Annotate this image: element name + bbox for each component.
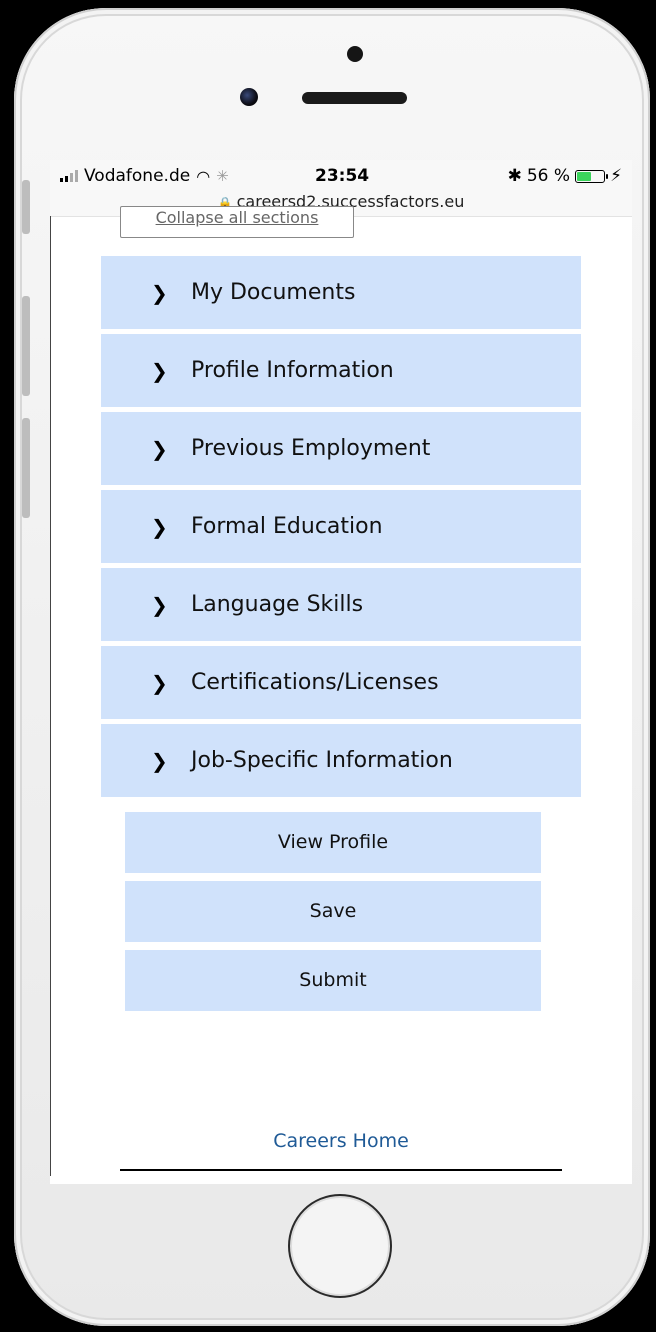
section-previous-employment[interactable]: ❯ Previous Employment [101,412,581,485]
home-button[interactable] [288,1194,392,1298]
section-formal-education[interactable]: ❯ Formal Education [101,490,581,563]
chevron-right-icon: ❯ [151,592,168,617]
volume-up-button [22,296,30,396]
submit-button[interactable]: Submit [125,950,541,1011]
status-right: ✱ 56 % ⚡ [508,166,622,186]
status-left: Vodafone.de ◠ ✳ [60,166,229,186]
signal-icon [60,170,78,182]
proximity-sensor [347,46,363,62]
battery-percent: 56 % [526,166,571,186]
chevron-right-icon: ❯ [151,436,168,461]
section-language-skills[interactable]: ❯ Language Skills [101,568,581,641]
battery-icon [575,169,609,183]
action-buttons: View Profile Save Submit [125,812,541,1019]
footer-divider [120,1169,562,1171]
status-time: 23:54 [315,166,370,186]
section-label: Previous Employment [191,436,431,461]
chevron-right-icon: ❯ [151,514,168,539]
collapse-all-button[interactable]: Collapse all sections [120,206,354,238]
section-job-specific-information[interactable]: ❯ Job-Specific Information [101,724,581,797]
wifi-icon: ◠ [196,166,211,186]
mute-switch [22,180,30,234]
save-button[interactable]: Save [125,881,541,942]
section-label: Job-Specific Information [191,748,453,773]
front-camera [240,88,258,106]
section-certifications-licenses[interactable]: ❯ Certifications/Licenses [101,646,581,719]
section-label: Certifications/Licenses [191,670,439,695]
charging-icon: ⚡ [610,166,622,186]
section-my-documents[interactable]: ❯ My Documents [101,256,581,329]
section-label: Profile Information [191,358,394,383]
sections-accordion: ❯ My Documents ❯ Profile Information ❯ P… [101,256,581,802]
section-label: My Documents [191,280,356,305]
volume-down-button [22,418,30,518]
activity-spinner-icon: ✳ [216,167,229,185]
chevron-right-icon: ❯ [151,748,168,773]
screen: Vodafone.de ◠ ✳ 23:54 ✱ 56 % ⚡ 🔒 careersd… [50,160,632,1184]
section-profile-information[interactable]: ❯ Profile Information [101,334,581,407]
chevron-right-icon: ❯ [151,670,168,695]
view-profile-button[interactable]: View Profile [125,812,541,873]
earpiece-speaker [302,92,407,104]
phone-frame: Vodafone.de ◠ ✳ 23:54 ✱ 56 % ⚡ 🔒 careersd… [14,8,650,1326]
carrier-name: Vodafone.de [84,166,191,186]
section-label: Formal Education [191,514,383,539]
bluetooth-icon: ✱ [507,166,522,186]
page-content: Collapse all sections ❯ My Documents ❯ P… [50,206,632,1184]
section-label: Language Skills [191,592,364,617]
chevron-right-icon: ❯ [151,358,168,383]
careers-home-link[interactable]: Careers Home [50,1130,632,1152]
chevron-right-icon: ❯ [151,280,168,305]
